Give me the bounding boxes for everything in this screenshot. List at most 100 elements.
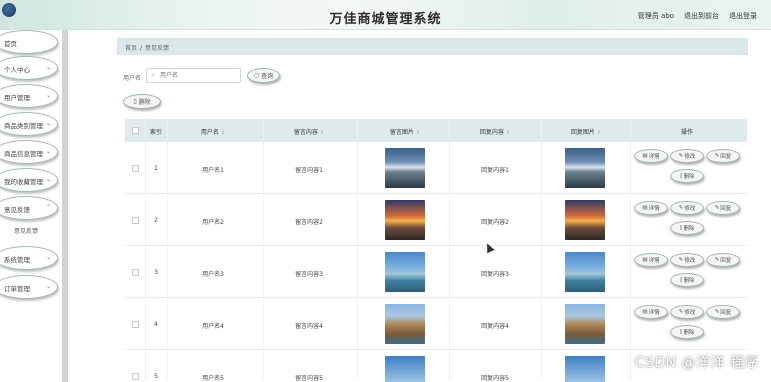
header-username[interactable]: 用户名 ⇕ — [201, 127, 225, 136]
sidebar-item-feedback[interactable]: 意见反馈 ⌃ — [0, 196, 58, 220]
cell-username: 用户名3 — [202, 271, 224, 278]
sidebar-item-label: 系统管理 — [4, 256, 30, 264]
pencil-icon: ✎ — [714, 153, 720, 159]
search-label: 用户名 — [123, 75, 142, 82]
sidebar-scrollbar[interactable] — [62, 30, 68, 382]
cell-index: 3 — [154, 269, 158, 276]
sidebar-item-system-management[interactable]: 系统管理 ⌄ — [0, 246, 58, 270]
sidebar-item-product-management[interactable]: 商品信息管理 ⌄ — [0, 140, 58, 164]
search-field[interactable]: ⌕ — [146, 68, 241, 83]
reply-button-label: 回复 — [720, 310, 732, 316]
detail-button[interactable]: ▤ 详情 — [634, 149, 668, 163]
reply-button[interactable]: ✎ 回复 — [706, 305, 740, 319]
breadcrumb-separator: / — [140, 45, 143, 52]
header-message[interactable]: 留言内容 ⇕ — [294, 127, 324, 136]
header-reply-image[interactable]: 回复图片 ⇕ — [571, 127, 601, 136]
detail-button[interactable]: ▤ 详情 — [634, 201, 668, 215]
breadcrumb-home[interactable]: 首页 — [125, 45, 137, 52]
header-user-area: 管理员 abo 退出到前台 退出登录 — [638, 11, 757, 21]
header-actions: 操作 — [680, 129, 694, 136]
sidebar-item-category-management[interactable]: 商品类别管理 ⌄ — [0, 112, 58, 136]
delete-button[interactable]: ▯ 删除 — [670, 221, 704, 235]
message-image — [385, 148, 425, 188]
sidebar-item-label: 用户管理 — [4, 94, 30, 102]
reply-button-label: 回复 — [720, 154, 732, 160]
message-image — [385, 200, 425, 240]
top-header: 万佳商城管理系统 管理员 abo 退出到前台 退出登录 — [0, 0, 771, 30]
cell-message: 留言内容2 — [295, 219, 323, 226]
chevron-down-icon: ⌄ — [45, 148, 51, 155]
sidebar-item-user-management[interactable]: 用户管理 ⌄ — [0, 84, 58, 108]
sidebar-item-home[interactable]: 首页 — [0, 30, 58, 54]
detail-button[interactable]: ▤ 详情 — [634, 253, 668, 267]
trash-icon: ▯ — [133, 98, 137, 105]
edit-button[interactable]: ✎ 修改 — [670, 149, 704, 163]
header-message-label: 留言内容 — [293, 129, 318, 136]
query-button[interactable]: ○ 查询 — [247, 68, 280, 83]
header-reply[interactable]: 回复内容 ⇕ — [480, 127, 510, 136]
sidebar-item-label: 个人中心 — [4, 66, 30, 74]
trash-icon: ▯ — [679, 225, 683, 231]
sort-icon: ⇕ — [596, 130, 602, 136]
breadcrumb: 首页 / 意见反馈 — [125, 43, 169, 52]
batch-delete-button[interactable]: ▯ 删除 — [123, 94, 161, 109]
reply-button-label: 回复 — [720, 258, 732, 264]
delete-button[interactable]: ▯ 删除 — [670, 273, 704, 287]
back-to-front-link[interactable]: 退出到前台 — [684, 11, 719, 21]
cell-message: 留言内容5 — [295, 375, 323, 382]
sidebar-item-personal-center[interactable]: 个人中心 ⌄ — [0, 56, 58, 80]
chevron-down-icon: ⌄ — [45, 92, 51, 99]
edit-button-label: 修改 — [684, 154, 696, 160]
document-icon: ▤ — [642, 153, 648, 159]
sidebar-item-favorites-management[interactable]: 我的收藏管理 ⌄ — [0, 168, 58, 192]
row-checkbox[interactable] — [132, 321, 139, 328]
row-checkbox[interactable] — [132, 373, 139, 380]
sidebar-subitem-feedback[interactable]: 意见反馈 — [14, 226, 38, 235]
table-row: 2 用户名2 留言内容2 回复内容2 ▤ 详情 ✎ 修改 ✎ 回复 ▯ 删除 — [125, 194, 747, 246]
delete-button[interactable]: ▯ 删除 — [670, 169, 704, 183]
edit-button[interactable]: ✎ 修改 — [670, 201, 704, 215]
pencil-icon: ✎ — [678, 205, 684, 211]
document-icon: ▤ — [642, 257, 648, 263]
cell-username: 用户名2 — [202, 219, 224, 226]
reply-button[interactable]: ✎ 回复 — [706, 201, 740, 215]
sort-icon: ⇕ — [319, 130, 325, 136]
header-index: 索引 — [149, 129, 163, 136]
admin-name: 管理员 abo — [637, 12, 674, 20]
delete-button[interactable]: ▯ 删除 — [670, 325, 704, 339]
reply-button-label: 回复 — [720, 206, 732, 212]
reply-image — [565, 304, 605, 344]
detail-button[interactable]: ▤ 详情 — [634, 305, 668, 319]
cell-username: 用户名5 — [202, 375, 224, 382]
edit-button[interactable]: ✎ 修改 — [670, 253, 704, 267]
column-divider — [145, 119, 146, 379]
sort-icon: ⇕ — [415, 130, 421, 136]
detail-button-label: 详情 — [648, 206, 660, 212]
sidebar-item-order-management[interactable]: 订单管理 ⌄ — [0, 275, 58, 299]
cell-reply: 回复内容5 — [481, 375, 509, 382]
edit-button-label: 修改 — [684, 258, 696, 264]
row-checkbox[interactable] — [132, 269, 139, 276]
reply-button[interactable]: ✎ 回复 — [706, 149, 740, 163]
table-row: 1 用户名1 留言内容1 回复内容1 ▤ 详情 ✎ 修改 ✎ 回复 ▯ 删除 — [125, 142, 747, 194]
message-image — [385, 304, 425, 344]
cell-index: 1 — [154, 165, 158, 172]
query-button-label: 查询 — [261, 73, 274, 80]
header-reply-image-label: 回复图片 — [570, 129, 595, 136]
chevron-down-icon: ⌄ — [45, 64, 51, 71]
logout-link[interactable]: 退出登录 — [729, 11, 757, 21]
select-all-checkbox[interactable] — [132, 127, 139, 134]
cell-reply: 回复内容1 — [481, 167, 509, 174]
sidebar-item-label: 我的收藏管理 — [4, 178, 43, 186]
row-checkbox[interactable] — [132, 217, 139, 224]
row-checkbox[interactable] — [132, 165, 139, 172]
edit-button[interactable]: ✎ 修改 — [670, 305, 704, 319]
sidebar-item-label: 商品信息管理 — [4, 150, 43, 158]
search-input[interactable] — [160, 70, 238, 81]
reply-button[interactable]: ✎ 回复 — [706, 253, 740, 267]
header-message-image[interactable]: 留言图片 ⇕ — [390, 127, 420, 136]
sidebar-item-label: 商品类别管理 — [4, 122, 43, 130]
detail-button-label: 详情 — [648, 154, 660, 160]
delete-button-label: 删除 — [683, 330, 695, 336]
search-icon: ⌕ — [151, 71, 155, 79]
